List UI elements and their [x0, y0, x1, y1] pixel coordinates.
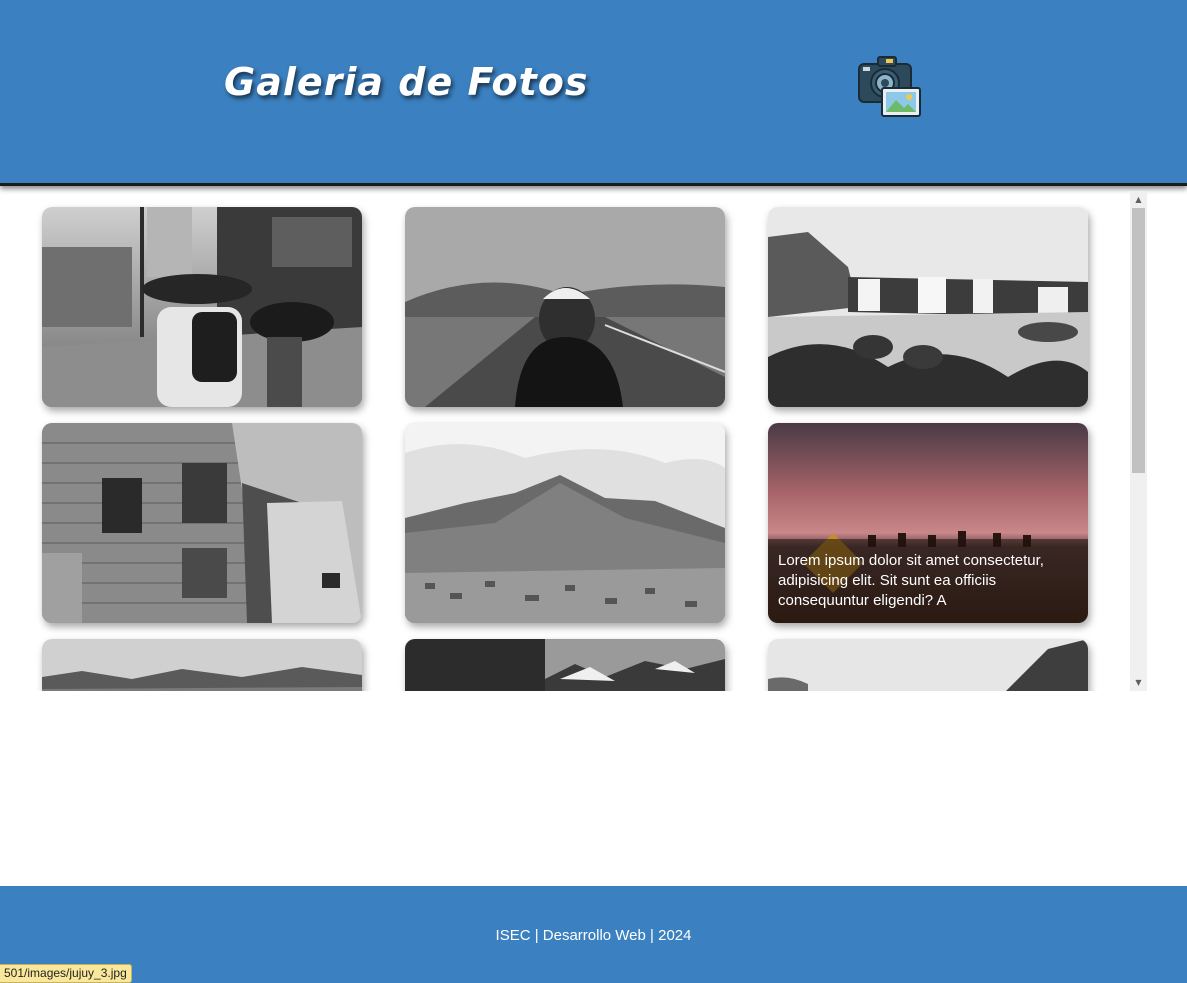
photo-card-mountain-range[interactable]: [42, 639, 362, 691]
page-header: Galeria de Fotos: [0, 0, 1187, 186]
photo-misty-cliff-image: [768, 639, 1088, 691]
footer-text: ISEC | Desarrollo Web | 2024: [495, 927, 692, 944]
photo-card-tin-houses[interactable]: [42, 423, 362, 623]
photo-waterfalls-image: [768, 207, 1088, 407]
photo-card-mountain-town[interactable]: [405, 423, 725, 623]
photo-mountain-range-image: [42, 639, 362, 691]
photo-card-waterfalls[interactable]: [768, 207, 1088, 407]
photo-caption: Lorem ipsum dolor sit amet consectetur, …: [768, 539, 1088, 623]
photo-mountain-town-image: [405, 423, 725, 623]
photo-card-rainy-street[interactable]: [42, 207, 362, 407]
page-title: Galeria de Fotos: [224, 60, 589, 104]
camera-with-photo-icon: [858, 56, 921, 117]
scrollbar-thumb[interactable]: [1132, 208, 1145, 473]
photo-road-image: [405, 207, 725, 407]
gallery-viewport[interactable]: Lorem ipsum dolor sit amet consectetur, …: [0, 191, 1147, 691]
photo-rainy-street-image: [42, 207, 362, 407]
photo-card-misty-cliff[interactable]: [768, 639, 1088, 691]
status-bar-url: 501/images/jujuy_3.jpg: [0, 964, 132, 983]
photo-card-forest-peaks[interactable]: [405, 639, 725, 691]
page-footer: ISEC | Desarrollo Web | 2024: [0, 886, 1187, 983]
photo-tin-houses-image: [42, 423, 362, 623]
photo-card-road[interactable]: [405, 207, 725, 407]
gallery-scrollbar[interactable]: ▲ ▼: [1130, 191, 1147, 691]
photo-forest-peaks-image: [405, 639, 725, 691]
triangle-down-icon[interactable]: ▼: [1130, 674, 1147, 691]
photo-card-llamas-sunset[interactable]: Lorem ipsum dolor sit amet consectetur, …: [768, 423, 1088, 623]
triangle-up-icon[interactable]: ▲: [1130, 191, 1147, 208]
